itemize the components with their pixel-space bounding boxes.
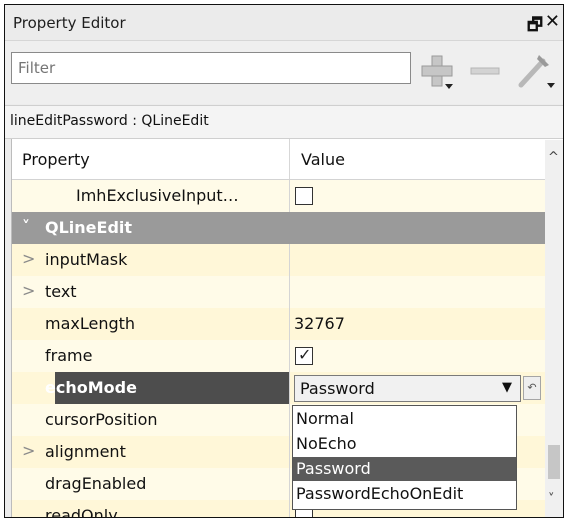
check-icon: ✓ [298,345,312,364]
value-cell [289,276,548,308]
object-class-label: lineEditPassword : QLineEdit [10,113,209,129]
minus-icon[interactable] [467,54,503,90]
property-name: readOnly [45,506,118,517]
echo-mode-dropdown: Normal NoEcho Password PasswordEchoOnEdi… [292,405,517,510]
property-name: inputMask [45,250,128,269]
scroll-up-icon[interactable]: ^ [548,150,559,165]
scroll-down-icon[interactable]: ˅ [548,492,555,507]
value-column-header[interactable]: Value [301,150,345,169]
scroll-thumb[interactable] [548,445,560,479]
property-checkbox[interactable]: ✓ [295,345,313,365]
table-row[interactable]: > text [12,276,548,308]
plus-icon[interactable] [419,54,455,90]
panel-titlebar: Property Editor 🗗 ✕ [5,5,563,41]
table-row[interactable]: > inputMask [12,244,548,276]
expand-icon[interactable]: > [22,441,35,460]
expand-icon[interactable]: > [22,281,35,300]
property-name: echoMode [45,378,137,397]
dropdown-option[interactable]: Normal [293,407,516,431]
table-row-selected[interactable]: echoMode Password ▼ ↶ [12,372,548,404]
reset-icon[interactable]: ↶ [523,376,541,400]
property-name: ImhExclusiveInput… [76,186,239,205]
property-editor-panel: Property Editor 🗗 ✕ lineEditPassword : Q… [4,4,564,518]
expand-icon[interactable]: > [22,249,35,268]
property-value[interactable]: 32767 [294,314,345,333]
table-row[interactable]: frame ✓ [12,340,548,372]
group-row[interactable]: ˅ QLineEdit [12,212,548,244]
property-name: cursorPosition [45,410,158,429]
table-row[interactable]: maxLength 32767 [12,308,548,340]
table-header: Property Value [12,139,563,180]
property-name: dragEnabled [45,474,147,493]
property-checkbox[interactable] [295,187,313,205]
value-cell [289,340,548,372]
property-name: text [45,282,77,301]
property-name: frame [45,346,93,365]
property-column-header[interactable]: Property [22,150,90,169]
property-name: maxLength [45,314,136,333]
dropdown-option-selected[interactable]: Password [293,457,516,481]
collapse-icon[interactable]: ˅ [22,217,30,236]
group-name: QLineEdit [45,218,133,237]
dropdown-option[interactable]: NoEcho [293,432,516,456]
wrench-icon[interactable] [515,51,555,91]
dropdown-arrow-icon: ▼ [502,380,512,395]
vertical-scrollbar[interactable]: ^ ˅ [545,140,563,517]
echo-mode-select[interactable]: Password ▼ [294,375,521,402]
filter-input[interactable] [11,52,411,84]
panel-title: Property Editor [13,14,126,32]
filter-toolbar [5,41,563,104]
value-cell [289,244,548,276]
dropdown-option[interactable]: PasswordEchoOnEdit [293,482,516,506]
echo-mode-value: Password [300,379,375,398]
float-window-icon[interactable]: 🗗 [527,12,543,41]
header-divider [289,139,290,179]
close-icon[interactable]: ✕ [545,11,560,32]
object-class-bar: lineEditPassword : QLineEdit [5,105,563,139]
table-row[interactable]: ImhExclusiveInput… [12,180,548,212]
value-cell [289,180,548,212]
property-name: alignment [45,442,126,461]
